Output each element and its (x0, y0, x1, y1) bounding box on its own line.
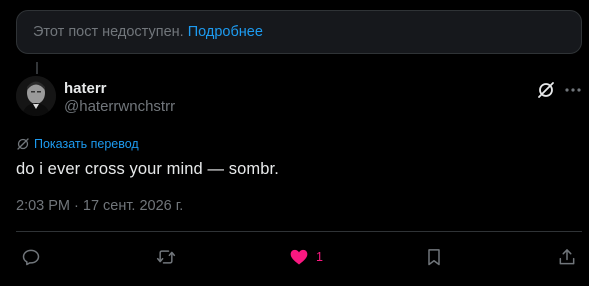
divider (16, 231, 582, 232)
author-display-name[interactable]: haterr (64, 80, 107, 97)
share-icon (559, 249, 575, 265)
show-translation-link[interactable]: Показать перевод (16, 137, 139, 151)
thread-connector-line (36, 62, 38, 74)
learn-more-link[interactable]: Подробнее (188, 24, 263, 40)
share-button[interactable] (557, 246, 577, 268)
grok-translate-icon (17, 138, 29, 150)
bookmark-icon (428, 249, 440, 266)
author-handle[interactable]: @haterrwnchstrr (64, 98, 175, 115)
show-translation-label: Показать перевод (34, 137, 139, 151)
reply-button[interactable] (21, 246, 41, 268)
bookmark-button[interactable] (424, 246, 444, 268)
post-text: do i ever cross your mind — sombr. (16, 160, 279, 178)
unavailable-text: Этот пост недоступен. (33, 24, 184, 40)
post-timestamp[interactable]: 2:03 PM · 17 сент. 2026 г. (16, 198, 183, 214)
heart-filled-icon (290, 249, 308, 265)
repost-icon (156, 250, 176, 264)
like-count: 1 (316, 250, 323, 264)
grok-icon[interactable] (536, 80, 556, 100)
avatar-image (16, 76, 56, 116)
unavailable-post-notice: Этот пост недоступен. Подробнее (16, 10, 582, 54)
avatar[interactable] (16, 76, 56, 116)
like-button[interactable]: 1 (289, 246, 323, 268)
more-options-icon[interactable] (563, 80, 583, 100)
repost-button[interactable] (156, 246, 176, 268)
reply-icon (22, 249, 40, 266)
